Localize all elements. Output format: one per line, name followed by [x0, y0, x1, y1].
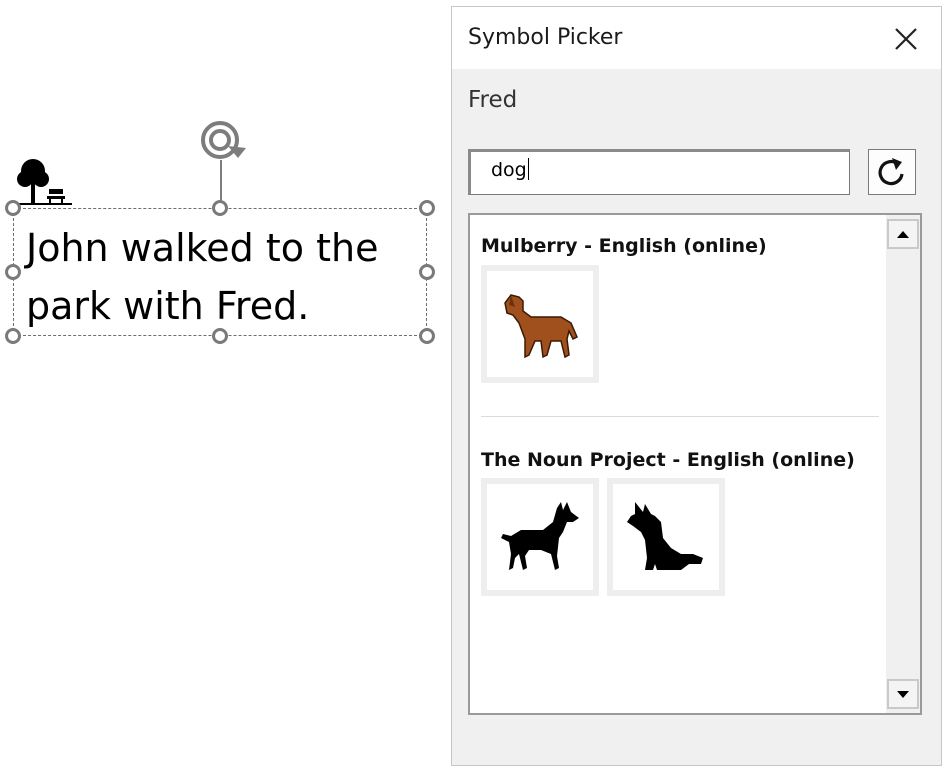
park-icon — [16, 157, 72, 209]
dog-brown-icon — [504, 294, 578, 359]
selected-word-label: Fred — [468, 87, 518, 113]
textbox-line: John walked to the — [26, 226, 379, 270]
group-title-mulberry: Mulberry - English (online) — [481, 235, 767, 257]
pane-title: Symbol Picker — [468, 25, 623, 50]
rotate-icon[interactable] — [198, 118, 254, 164]
group-divider — [481, 416, 879, 417]
resize-handle-middle-left[interactable] — [5, 264, 21, 280]
dog-standing-silhouette-icon — [501, 502, 579, 570]
dog-sitting-silhouette-icon — [627, 502, 703, 570]
close-button[interactable] — [888, 21, 924, 57]
symbol-tile-noun-dog-standing[interactable] — [481, 478, 599, 596]
resize-handle-bottom-left[interactable] — [5, 328, 21, 344]
resize-handle-bottom-middle[interactable] — [212, 328, 228, 344]
resize-handle-bottom-right[interactable] — [419, 328, 435, 344]
group-title-noun-project: The Noun Project - English (online) — [481, 449, 855, 471]
results-list[interactable]: Mulberry - English (online) The Noun Pro… — [468, 213, 922, 715]
refresh-button[interactable] — [868, 149, 916, 195]
results-scrollbar[interactable] — [886, 215, 920, 713]
resize-handle-top-right[interactable] — [419, 200, 435, 216]
slide-canvas: John walked to the park with Fred. — [0, 0, 450, 774]
search-input[interactable]: dog — [468, 149, 850, 195]
scroll-up-button[interactable] — [887, 219, 919, 249]
resize-handle-top-middle[interactable] — [212, 200, 228, 216]
resize-handle-middle-right[interactable] — [419, 264, 435, 280]
selected-textbox[interactable]: John walked to the park with Fred. — [13, 208, 427, 336]
text-caret — [527, 158, 529, 180]
textbox-text[interactable]: John walked to the park with Fred. — [26, 219, 426, 335]
resize-handle-top-left[interactable] — [5, 200, 21, 216]
symbol-tile-mulberry-dog[interactable] — [481, 265, 599, 383]
symbol-picker-pane: Symbol Picker Fred dog Mulberry - Englis… — [451, 6, 942, 766]
arrow-up-icon — [897, 231, 909, 238]
close-icon — [895, 28, 917, 50]
arrow-down-icon — [897, 691, 909, 698]
search-value: dog — [491, 159, 527, 181]
symbol-tile-noun-dog-sitting[interactable] — [607, 478, 725, 596]
scroll-down-button[interactable] — [887, 679, 919, 709]
pane-header: Symbol Picker — [452, 7, 941, 69]
textbox-line: park with Fred. — [26, 284, 310, 328]
refresh-icon — [878, 158, 904, 186]
